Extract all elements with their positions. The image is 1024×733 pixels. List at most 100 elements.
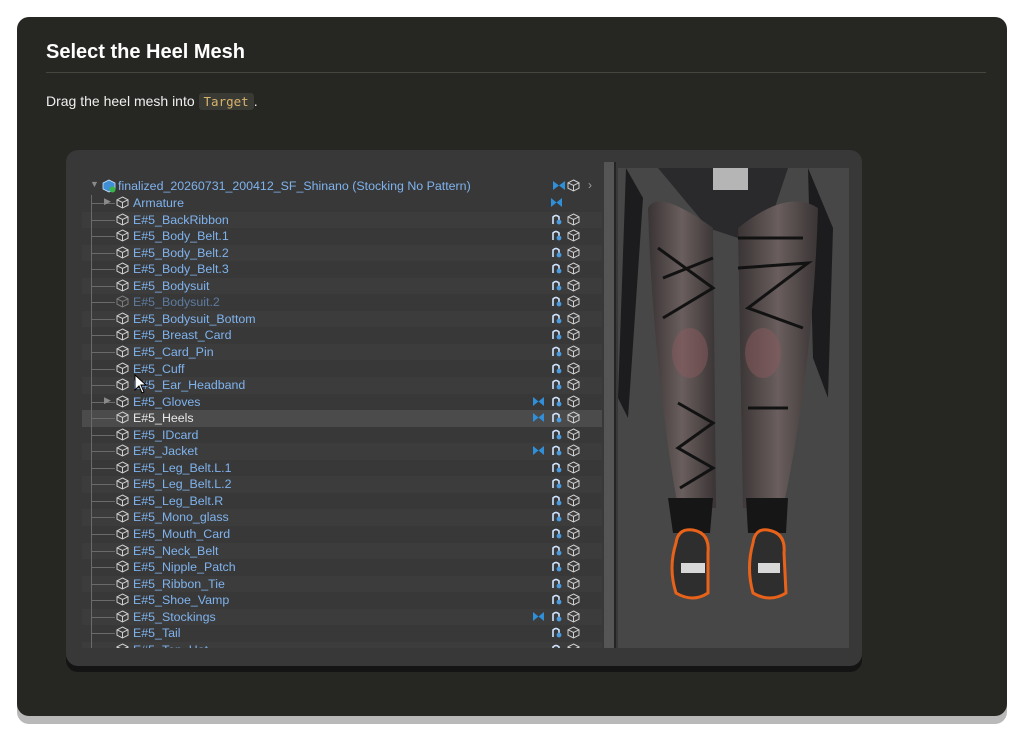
cube-icon <box>116 246 129 259</box>
mesh-icon <box>552 363 562 373</box>
mesh-icon <box>552 429 562 440</box>
hierarchy-row-label: E#5_Neck_Belt <box>133 543 219 558</box>
hierarchy-row[interactable]: E#5_Mono_glass <box>82 509 602 527</box>
mesh-icon <box>552 379 562 390</box>
hierarchy-row[interactable]: E#5_Body_Belt.2 <box>82 244 602 262</box>
hierarchy-row[interactable]: E#5_Shoe_Vamp <box>82 592 602 610</box>
mesh-icon <box>552 462 562 473</box>
hierarchy-row[interactable]: E#5_Top_Hat <box>82 641 602 648</box>
avatar-legs-render <box>618 168 833 600</box>
hierarchy-row[interactable]: E#5_Bodysuit_Bottom <box>82 310 602 328</box>
cube-icon <box>567 361 580 375</box>
hierarchy-row[interactable]: E#5_Tail <box>82 625 602 643</box>
hierarchy-row[interactable]: E#5_Leg_Belt.L.1 <box>82 459 602 477</box>
hierarchy-row[interactable]: E#5_Leg_Belt.L.2 <box>82 476 602 494</box>
cube-icon <box>567 527 580 540</box>
cube-icon <box>116 444 129 457</box>
mesh-icon <box>552 247 562 258</box>
hierarchy-row[interactable]: E#5_Body_Belt.3 <box>82 261 602 279</box>
panel-divider[interactable] <box>614 162 616 648</box>
hierarchy-row[interactable]: E#5_Mouth_Card <box>82 526 602 543</box>
expand-arrow-icon[interactable]: ▼ <box>90 179 99 189</box>
hierarchy-row-label: E#5_Ribbon_Tie <box>133 576 225 591</box>
mesh-icon <box>552 528 562 539</box>
hierarchy-row[interactable]: E#5_Card_Pin <box>82 343 602 361</box>
hierarchy-row-label: E#5_Body_Belt.1 <box>133 229 229 244</box>
prefab-icon <box>553 181 565 190</box>
tree-branch-line <box>91 583 115 585</box>
expand-arrow-icon[interactable]: ▶ <box>104 196 111 207</box>
hierarchy-row[interactable]: ▶ Armature <box>82 195 602 212</box>
hierarchy-row-label: E#5_Card_Pin <box>133 344 214 359</box>
cube-icon <box>567 494 580 507</box>
cube-icon <box>116 345 129 358</box>
hierarchy-row[interactable]: E#5_Bodysuit.2 <box>82 294 602 312</box>
hierarchy-row[interactable]: E#5_Bodysuit <box>82 277 602 295</box>
tree-branch-line <box>91 418 115 420</box>
hierarchy-row[interactable]: E#5_Leg_Belt.R <box>82 492 602 510</box>
hierarchy-root-label: finalized_20260731_200412_SF_Shinano (St… <box>118 179 471 193</box>
tree-branch-line <box>91 351 115 353</box>
cube-icon <box>116 494 129 507</box>
cube-icon <box>567 560 580 573</box>
tree-branch-line <box>91 517 115 519</box>
cube-icon <box>116 510 129 523</box>
hierarchy-row-label: E#5_Ear_Headband <box>133 378 246 393</box>
cube-icon <box>567 229 580 242</box>
hierarchy-row[interactable]: ▶ E#5_Gloves <box>82 393 602 411</box>
mesh-icon <box>552 445 562 456</box>
tree-branch-line <box>91 534 115 535</box>
tree-branch-line <box>91 500 115 502</box>
cube-icon <box>116 361 129 375</box>
cube-icon <box>116 593 129 606</box>
cube-icon <box>567 411 580 424</box>
mesh-icon <box>552 644 560 648</box>
prefab-icon <box>533 446 544 456</box>
cube-icon <box>116 428 129 441</box>
hierarchy-row[interactable]: E#5_Ribbon_Tie <box>82 575 602 593</box>
hierarchy-row[interactable]: E#5_Cuff <box>82 360 602 378</box>
mesh-icon <box>552 594 562 605</box>
tree-branch-line <box>91 600 115 602</box>
chevron-right-icon[interactable]: › <box>588 178 592 192</box>
hierarchy-row-label: E#5_Gloves <box>133 394 201 409</box>
cube-icon <box>567 461 580 474</box>
tree-branch-line <box>91 616 115 618</box>
hierarchy-row-label: E#5_Mono_glass <box>133 510 229 525</box>
tree-branch-line <box>91 318 115 320</box>
hierarchy-root[interactable]: ▼ finalized_20260731_200412_SF_Shinano (… <box>82 178 602 195</box>
expand-arrow-icon[interactable]: ▶ <box>104 395 111 406</box>
tree-branch-line <box>91 302 115 304</box>
hierarchy-row[interactable]: E#5_Breast_Card <box>82 327 602 345</box>
cube-icon <box>116 577 129 590</box>
hierarchy-panel: ▼ finalized_20260731_200412_SF_Shinano (… <box>82 162 602 648</box>
tree-branch-line <box>91 484 115 486</box>
tree-branch-line <box>91 401 115 403</box>
tree-branch-line <box>91 252 115 254</box>
cube-icon <box>116 262 129 275</box>
hierarchy-row[interactable]: E#5_Jacket <box>82 443 602 461</box>
target-code-label: Target <box>198 93 254 110</box>
cube-icon <box>567 477 580 490</box>
hierarchy-row[interactable]: E#5_Ear_Headband <box>82 377 602 395</box>
hierarchy-row[interactable]: E#5_Heels <box>82 410 602 428</box>
hierarchy-row-label: Armature <box>133 196 184 210</box>
mouse-cursor-icon <box>134 374 148 394</box>
hierarchy-row[interactable]: E#5_IDcard <box>82 426 602 444</box>
hierarchy-row[interactable]: E#5_Body_Belt.1 <box>82 228 602 246</box>
cube-icon <box>116 212 129 226</box>
hierarchy-row[interactable]: E#5_BackRibbon <box>82 211 602 229</box>
cube-icon <box>567 643 580 648</box>
tree-branch-line <box>91 335 115 337</box>
cube-icon <box>567 279 580 292</box>
scene-viewport <box>618 168 849 648</box>
hierarchy-row-label: E#5_Bodysuit.2 <box>133 295 220 310</box>
hierarchy-scrollbar[interactable] <box>604 162 614 648</box>
hierarchy-row[interactable]: E#5_Neck_Belt <box>82 542 602 560</box>
mesh-icon <box>552 628 562 638</box>
hierarchy-row[interactable]: E#5_Nipple_Patch <box>82 559 602 577</box>
mesh-icon <box>552 479 562 489</box>
hierarchy-row[interactable]: E#5_Stockings <box>82 608 602 626</box>
hierarchy-row-label: E#5_Body_Belt.2 <box>133 245 229 260</box>
prefab-root-icon <box>102 179 116 193</box>
